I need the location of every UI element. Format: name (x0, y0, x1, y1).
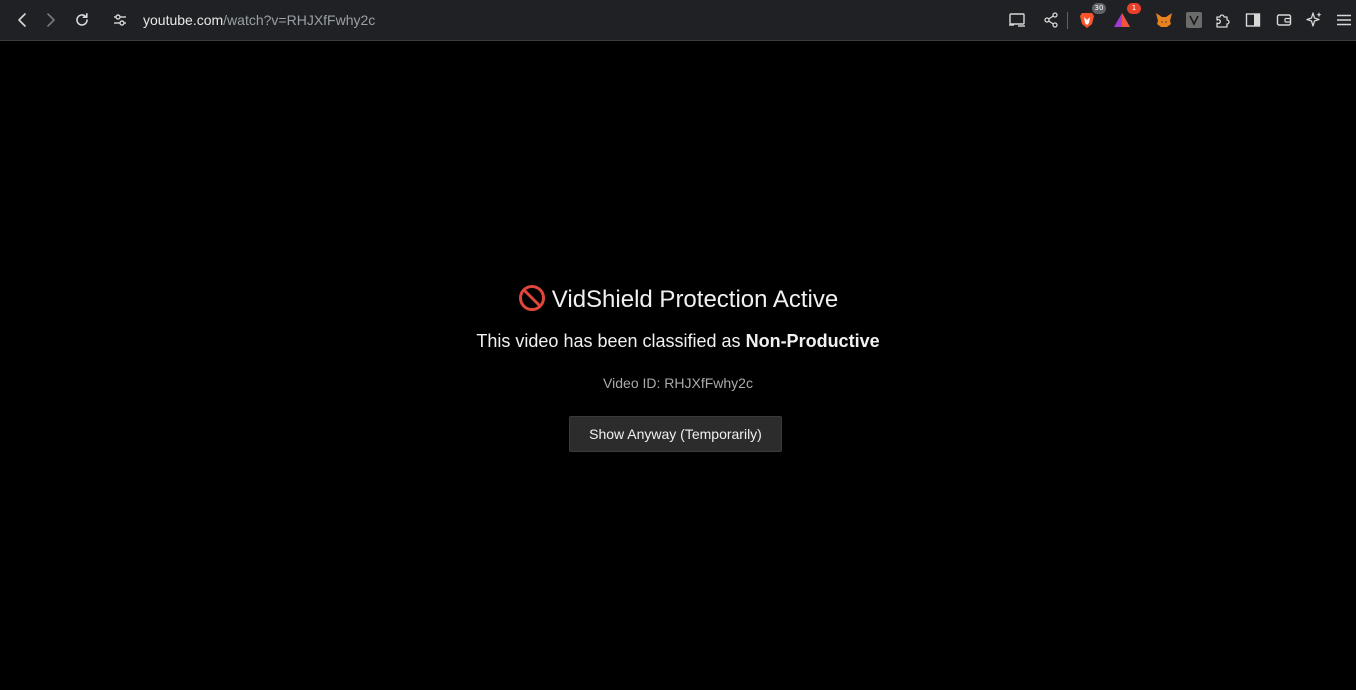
video-id-label: Video ID: RHJXfFwhy2c (603, 375, 753, 391)
overlay-title-text: VidShield Protection Active (551, 286, 839, 313)
show-anyway-button[interactable]: Show Anyway (Temporarily) (569, 416, 782, 452)
share-icon[interactable] (1037, 6, 1065, 34)
brave-rewards-icon[interactable]: 1 (1108, 3, 1141, 34)
rewards-count-badge: 1 (1127, 3, 1141, 14)
toolbar-divider (1067, 12, 1068, 29)
wallet-icon[interactable] (1270, 6, 1298, 34)
brave-shields-icon[interactable]: 30 (1073, 3, 1106, 34)
v-extension-icon[interactable] (1180, 6, 1208, 34)
back-icon[interactable] (8, 6, 36, 34)
cast-icon[interactable] (1003, 6, 1031, 34)
metamask-fox-icon[interactable] (1150, 6, 1178, 34)
shields-count-badge: 30 (1092, 3, 1106, 14)
reload-icon[interactable] (68, 6, 96, 34)
extensions-puzzle-icon[interactable] (1209, 6, 1237, 34)
overlay-title: VidShield Protection Active (0, 284, 1356, 321)
url-text[interactable]: youtube.com/watch?v=RHJXfFwhy2c (143, 12, 375, 29)
browser-toolbar: youtube.com/watch?v=RHJXfFwhy2c 30 1 (0, 0, 1356, 41)
url-path: /watch?v=RHJXfFwhy2c (223, 12, 376, 28)
leo-ai-icon[interactable] (1300, 6, 1328, 34)
overlay-subtitle: This video has been classified as Non-Pr… (0, 330, 1356, 352)
menu-icon[interactable] (1330, 6, 1356, 34)
no-entry-sign-icon (518, 284, 546, 321)
subtitle-prefix: This video has been classified as (476, 331, 741, 351)
address-bar[interactable]: youtube.com/watch?v=RHJXfFwhy2c (104, 4, 994, 36)
subtitle-classification: Non-Productive (745, 331, 880, 351)
sidebar-icon[interactable] (1239, 6, 1267, 34)
site-info-icon[interactable] (106, 6, 134, 34)
page-content: VidShield Protection Active This video h… (0, 41, 1356, 690)
forward-icon[interactable] (37, 6, 65, 34)
url-host: youtube.com (143, 12, 224, 28)
